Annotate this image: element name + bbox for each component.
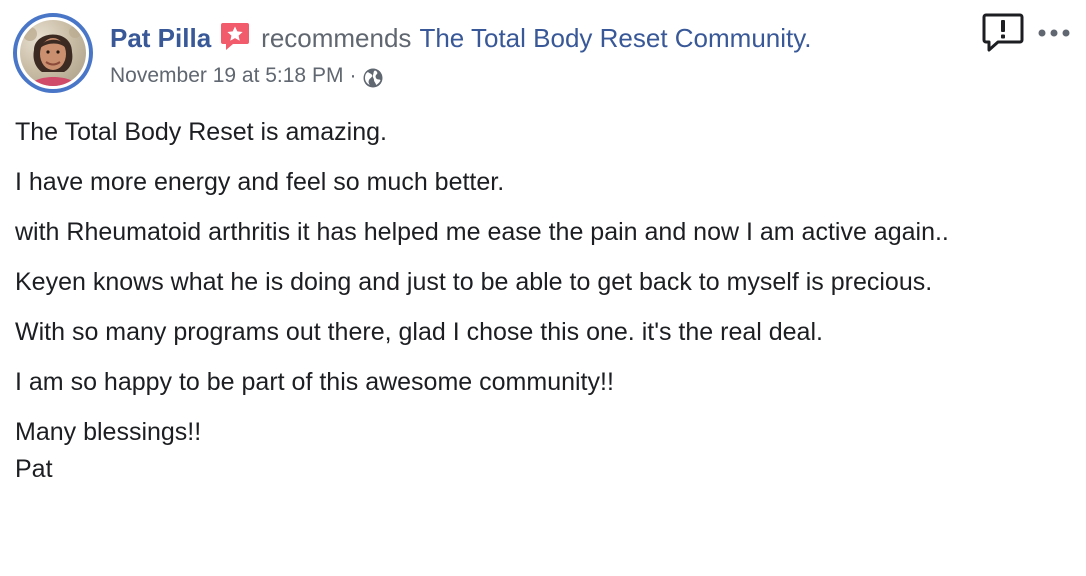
- meta-separator: ·: [349, 64, 357, 87]
- recommendation-post: Pat Pilla recommends The Total Body Rese…: [0, 0, 1086, 576]
- post-paragraph: Keyen knows what he is doing and just to…: [15, 268, 933, 296]
- avatar[interactable]: [13, 13, 93, 93]
- recommendation-star-icon: [219, 20, 251, 52]
- post-paragraph: The Total Body Reset is amazing.: [15, 118, 387, 146]
- report-exclamation-icon[interactable]: [982, 12, 1024, 54]
- post-body: The Total Body Reset is amazing. I have …: [15, 114, 1035, 488]
- globe-icon[interactable]: [362, 67, 384, 89]
- post-paragraph: With so many programs out there, glad I …: [15, 318, 823, 346]
- recommends-verb: recommends: [261, 22, 412, 53]
- profile-photo: [20, 20, 86, 86]
- signature-text: Pat: [15, 455, 53, 483]
- more-options-icon[interactable]: [1036, 26, 1072, 38]
- post-meta: November 19 at 5:18 PM ·: [110, 62, 384, 90]
- post-paragraph: I have more energy and feel so much bett…: [15, 168, 505, 196]
- post-paragraph: I am so happy to be part of this awesome…: [15, 368, 614, 396]
- page-name-link[interactable]: The Total Body Reset Community.: [419, 23, 811, 54]
- closing-text: Many blessings!!: [15, 418, 202, 446]
- post-header: Pat Pilla recommends The Total Body Rese…: [110, 20, 812, 56]
- post-closing: Many blessings!! Pat: [15, 414, 1035, 488]
- post-timestamp-link[interactable]: November 19 at 5:18 PM: [110, 64, 343, 88]
- author-name-link[interactable]: Pat Pilla: [110, 23, 211, 54]
- post-paragraph: with Rheumatoid arthritis it has helped …: [15, 218, 949, 246]
